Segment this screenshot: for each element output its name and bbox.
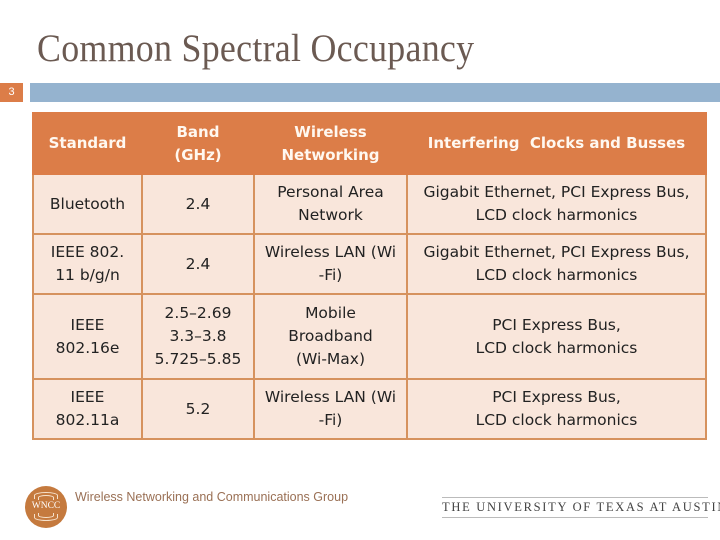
table-row: Bluetooth 2.4 Personal Area Network Gigab… (32, 173, 707, 235)
cell-band: 5.2 (141, 378, 255, 440)
cell-interference: Gigabit Ethernet, PCI Express Bus, LCD cl… (406, 233, 707, 295)
cell-networking: Mobile Broadband (Wi-Max) (253, 293, 408, 380)
cell-interference: PCI Express Bus, LCD clock harmonics (406, 378, 707, 440)
cell-standard: IEEE 802.11a (32, 378, 143, 440)
cell-interference: Gigabit Ethernet, PCI Express Bus, LCD cl… (406, 173, 707, 235)
cell-standard: IEEE 802. 11 b/g/n (32, 233, 143, 295)
university-wordmark: THE UNIVERSITY OF TEXAS AT AUSTIN (442, 500, 720, 514)
header-interfering-clocks: Interfering Clocks and Busses (406, 112, 707, 175)
cell-band: 2.4 (141, 173, 255, 235)
cell-standard: Bluetooth (32, 173, 143, 235)
header-standard: Standard (32, 112, 143, 175)
table-row: IEEE 802. 11 b/g/n 2.4 Wireless LAN (Wi -F… (32, 233, 707, 295)
header-wireless-networking: Wireless Networking (253, 112, 408, 175)
table-row: IEEE 802.16e 2.5–2.69 3.3–3.8 5.725–5.85 Mo… (32, 293, 707, 380)
cell-networking: Wireless LAN (Wi -Fi) (253, 233, 408, 295)
cell-band: 2.4 (141, 233, 255, 295)
table-row: IEEE 802.11a 5.2 Wireless LAN (Wi -Fi) PCI… (32, 378, 707, 440)
cell-networking: Wireless LAN (Wi -Fi) (253, 378, 408, 440)
cell-standard: IEEE 802.16e (32, 293, 143, 380)
wncc-logo-icon: WNCC (25, 486, 67, 528)
cell-band: 2.5–2.69 3.3–3.8 5.725–5.85 (141, 293, 255, 380)
university-rule-top (442, 497, 708, 498)
university-rule-bottom (442, 517, 708, 518)
cell-networking: Personal Area Network (253, 173, 408, 235)
title-divider-bar (30, 83, 720, 102)
header-band: Band (GHz) (141, 112, 255, 175)
cell-interference: PCI Express Bus, LCD clock harmonics (406, 293, 707, 380)
spectral-occupancy-table: Standard Band (GHz) Wireless Networking In… (32, 112, 707, 440)
footer-group-name: Wireless Networking and Communications G… (75, 490, 349, 504)
table-header-row: Standard Band (GHz) Wireless Networking In… (32, 112, 707, 175)
slide-number: 3 (0, 83, 23, 102)
slide-title: Common Spectral Occupancy (37, 27, 475, 70)
